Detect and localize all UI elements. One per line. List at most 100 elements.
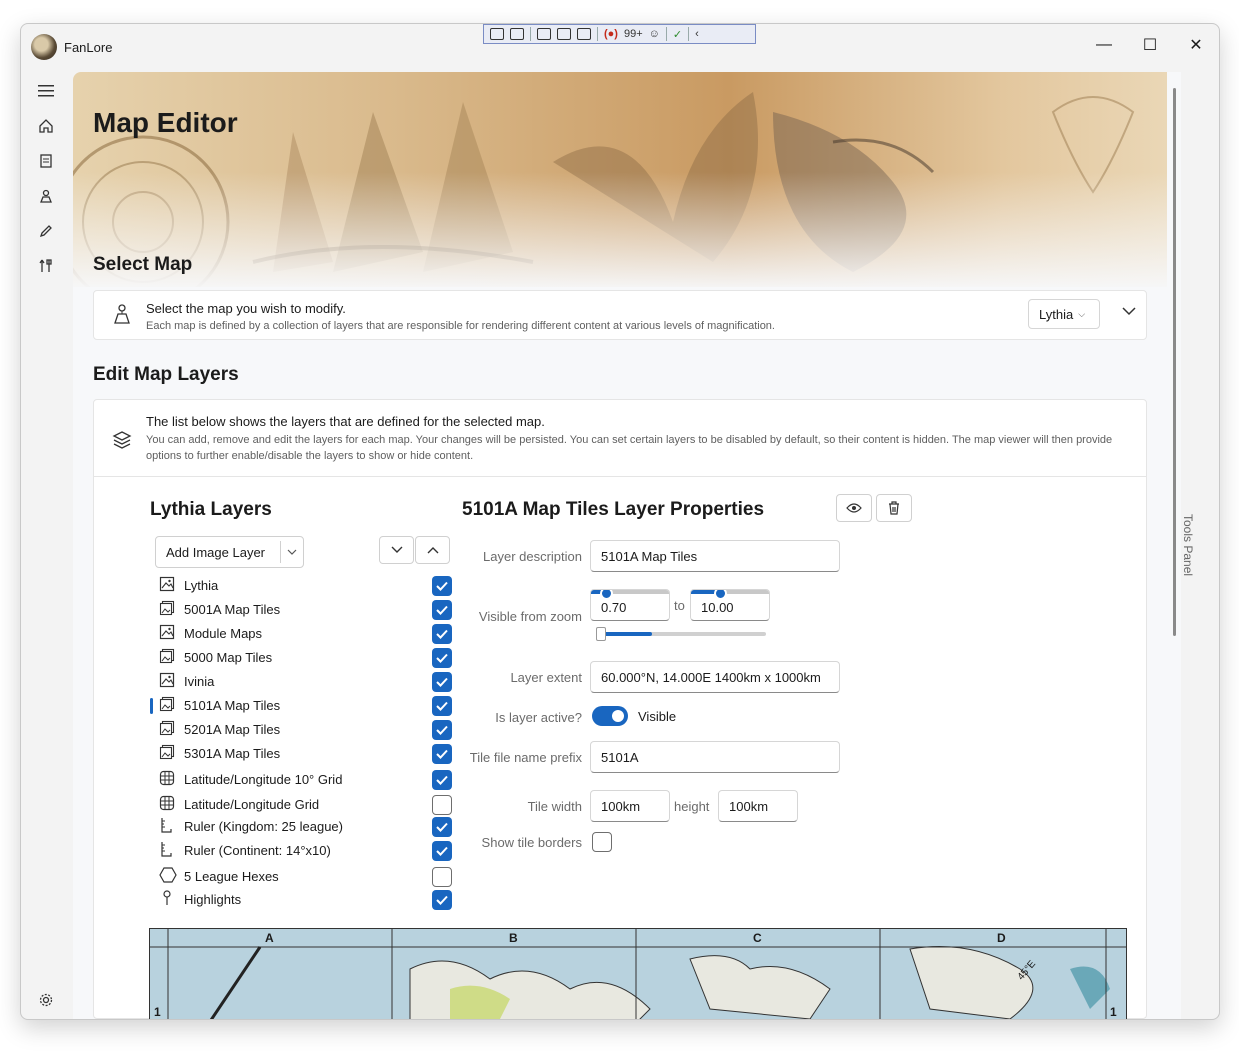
layer-list-item[interactable]: Latitude/Longitude Grid <box>154 793 454 817</box>
globe-grid-icon <box>159 795 175 816</box>
image-icon <box>159 672 175 693</box>
minimize-button[interactable]: — <box>1081 30 1127 60</box>
map-column-b: B <box>509 931 518 945</box>
layer-list-item[interactable]: 5201A Map Tiles <box>154 718 454 742</box>
zoom-to-thumb[interactable] <box>714 590 727 600</box>
tile-height-input[interactable]: 100km <box>718 790 798 822</box>
layer-list-item[interactable]: Ruler (Kingdom: 25 league) <box>154 815 454 839</box>
layer-list-item[interactable]: Latitude/Longitude 10° Grid <box>154 768 454 792</box>
layer-list-item[interactable]: Ruler (Continent: 14°x10) <box>154 839 454 863</box>
tile-prefix-label: Tile file name prefix <box>469 750 582 765</box>
layer-enabled-checkbox[interactable] <box>432 576 452 596</box>
layer-enabled-checkbox[interactable] <box>432 648 452 668</box>
debug-select-icon[interactable] <box>490 28 504 40</box>
map-preview[interactable]: A B C D 1 1 45°E <box>149 928 1127 1019</box>
layer-name: 5001A Map Tiles <box>184 602 281 617</box>
collapse-chevron-icon[interactable]: ‹ <box>695 28 699 40</box>
home-icon[interactable] <box>33 113 59 139</box>
tile-width-label: Tile width <box>527 799 582 814</box>
image-stack-icon <box>159 648 175 669</box>
layer-list-item[interactable]: Highlights <box>154 888 454 912</box>
layer-list-item[interactable]: 5000 Map Tiles <box>154 646 454 670</box>
delete-layer-button[interactable] <box>876 494 912 522</box>
notes-icon[interactable] <box>33 148 59 174</box>
zoom-range-thumb[interactable] <box>596 627 606 641</box>
zoom-from-input[interactable]: 0.70 <box>590 589 670 621</box>
tile-prefix-input[interactable]: 5101A <box>590 741 840 773</box>
debug-layout-icon[interactable] <box>577 28 591 40</box>
debug-bounds-icon[interactable] <box>557 28 571 40</box>
close-button[interactable]: ✕ <box>1173 30 1219 60</box>
layer-name: Ruler (Continent: 14°x10) <box>184 843 331 858</box>
tools-panel-tab[interactable]: Tools Panel <box>1181 514 1195 576</box>
split-chevron-down-icon[interactable] <box>287 545 297 560</box>
tools-icon[interactable] <box>33 253 59 279</box>
layer-list: Lythia 5001A Map Tiles Module Maps 5000 Map… <box>150 574 454 914</box>
move-layer-up-button[interactable] <box>415 536 450 564</box>
layer-list-item[interactable]: Ivinia <box>154 670 454 694</box>
tile-width-input[interactable]: 100km <box>590 790 670 822</box>
chevron-up-icon <box>427 547 438 554</box>
hamburger-menu-icon[interactable] <box>33 78 59 104</box>
layer-extent-label: Layer extent <box>510 670 582 685</box>
visibility-button[interactable] <box>836 494 872 522</box>
card-divider <box>94 476 1146 477</box>
layer-enabled-checkbox[interactable] <box>432 744 452 764</box>
add-image-layer-split-button[interactable]: Add Image Layer <box>155 536 304 568</box>
debug-errors-icon[interactable]: (●) <box>604 28 618 40</box>
tile-borders-checkbox[interactable] <box>592 832 612 852</box>
layer-enabled-checkbox[interactable] <box>432 841 452 861</box>
layer-enabled-checkbox[interactable] <box>432 720 452 740</box>
select-map-title: Select Map <box>93 254 193 275</box>
main-content: Map Editor Select Map Select the map you… <box>73 72 1181 1019</box>
layer-enabled-checkbox[interactable] <box>432 624 452 644</box>
map-selector-dropdown[interactable]: Lythia ⌵ <box>1028 299 1100 329</box>
layer-enabled-checkbox[interactable] <box>432 770 452 790</box>
layer-enabled-checkbox[interactable] <box>432 867 452 887</box>
debug-video-icon[interactable] <box>510 28 524 40</box>
layer-list-item[interactable]: 5301A Map Tiles <box>154 742 454 766</box>
check-icon[interactable]: ✓ <box>673 28 682 41</box>
layer-list-item[interactable]: 5 League Hexes <box>154 865 454 889</box>
layer-list-item[interactable]: 5001A Map Tiles <box>154 598 454 622</box>
layer-name: Lythia <box>184 578 219 593</box>
navigation-pane <box>21 70 71 1019</box>
expand-chevron-icon[interactable] <box>1122 303 1136 321</box>
select-map-card: Select the map you wish to modify. Each … <box>93 290 1147 340</box>
app-window: FanLore (●) 99+ ☺ ✓ ‹ — ☐ ✕ Map Editor S… <box>20 23 1220 1020</box>
add-image-layer-label: Add Image Layer <box>166 544 266 560</box>
map-pin-icon[interactable] <box>33 183 59 209</box>
pencil-icon[interactable] <box>33 218 59 244</box>
hexagon-icon <box>159 867 177 888</box>
zoom-from-value: 0.70 <box>601 600 627 615</box>
layer-name: Ivinia <box>184 674 215 689</box>
layer-enabled-checkbox[interactable] <box>432 696 452 716</box>
layer-enabled-checkbox[interactable] <box>432 672 452 692</box>
pin-icon <box>159 890 175 911</box>
layer-enabled-checkbox[interactable] <box>432 817 452 837</box>
layers-icon <box>112 430 132 455</box>
layer-list-item[interactable]: Module Maps <box>154 622 454 646</box>
debug-pointer-icon[interactable] <box>537 28 551 40</box>
layer-enabled-checkbox[interactable] <box>432 795 452 815</box>
layer-list-item[interactable]: Lythia <box>154 574 454 598</box>
edit-layers-description: You can add, remove and edit the layers … <box>146 434 1113 462</box>
settings-gear-icon[interactable] <box>33 987 59 1013</box>
layer-extent-input[interactable]: 60.000°N, 14.000E 1400km x 1000km <box>590 661 840 693</box>
vertical-scrollbar[interactable] <box>1173 88 1176 636</box>
debug-separator <box>530 27 531 41</box>
layer-enabled-checkbox[interactable] <box>432 890 452 910</box>
zoom-from-thumb[interactable] <box>600 590 613 600</box>
image-stack-icon <box>159 744 175 765</box>
zoom-to-input[interactable]: 10.00 <box>690 589 770 621</box>
layer-enabled-checkbox[interactable] <box>432 600 452 620</box>
maximize-button[interactable]: ☐ <box>1127 30 1173 60</box>
layer-description-input[interactable]: 5101A Map Tiles <box>590 540 840 572</box>
zoom-range-slider[interactable] <box>596 627 766 641</box>
layer-active-toggle[interactable] <box>592 706 628 726</box>
accessibility-icon[interactable]: ☺ <box>649 28 660 40</box>
edit-layers-heading: The list below shows the layers that are… <box>146 414 545 429</box>
layer-list-item[interactable]: 5101A Map Tiles <box>150 694 454 718</box>
page-title: Map Editor <box>93 107 238 138</box>
move-layer-down-button[interactable] <box>379 536 414 564</box>
